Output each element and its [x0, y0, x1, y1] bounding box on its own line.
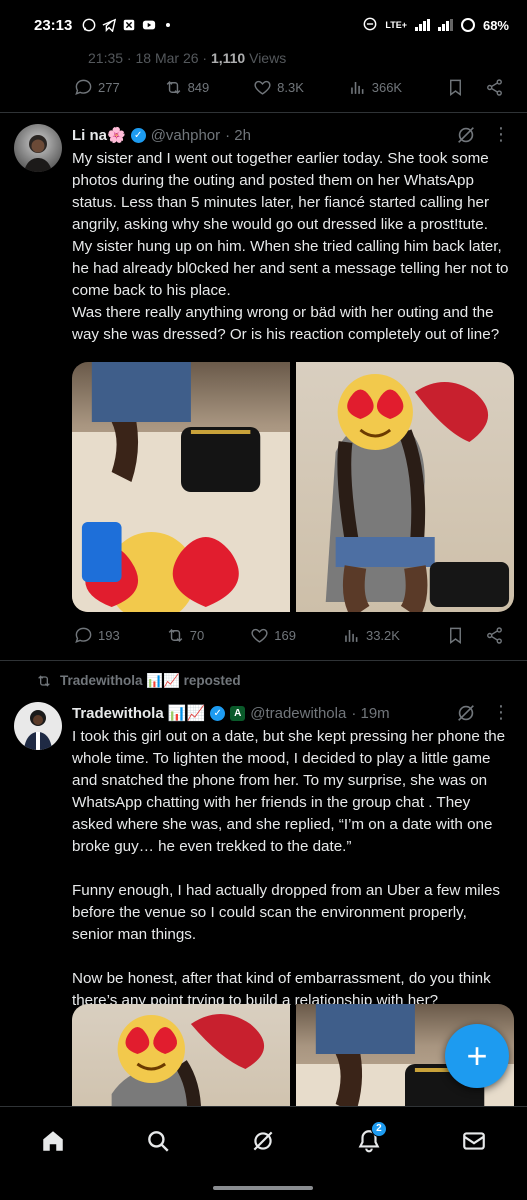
- divider: [0, 660, 527, 661]
- battery-percent: 68%: [482, 17, 509, 33]
- like-button[interactable]: 169: [250, 626, 296, 645]
- grok-icon[interactable]: [455, 124, 477, 146]
- network-type: LTE+: [385, 20, 407, 30]
- reply-button[interactable]: 277: [74, 78, 120, 97]
- bookmark-icon: [450, 627, 461, 645]
- notification-badge: 2: [370, 1120, 387, 1137]
- home-icon: [42, 1130, 63, 1151]
- reply-count: 277: [98, 80, 120, 95]
- reply-count: 193: [98, 628, 120, 643]
- signal-icon-2: [437, 19, 453, 31]
- repost-button[interactable]: 70: [166, 626, 204, 645]
- messages-icon: [463, 1131, 486, 1150]
- verified-badge-icon: ✓: [130, 127, 146, 143]
- signal-icon: [414, 19, 430, 31]
- tweet-header: Tradewithola 📊📈 ✓ A @tradewithola · 19m: [72, 704, 390, 723]
- bookmark-button[interactable]: [446, 78, 465, 97]
- share-button[interactable]: [485, 78, 504, 97]
- like-count: 8.3K: [277, 80, 304, 95]
- views-count: 1,110: [210, 50, 246, 66]
- repost-count: 70: [189, 628, 205, 643]
- search-icon: [148, 1130, 169, 1152]
- bookmark-button[interactable]: [446, 626, 465, 645]
- author-handle[interactable]: @tradewithola: [250, 705, 346, 722]
- views-label: Views: [245, 50, 287, 66]
- avatar[interactable]: [14, 124, 62, 172]
- avatar[interactable]: [14, 702, 62, 750]
- more-notifications-dot: [166, 23, 171, 27]
- heart-icon: [254, 80, 271, 95]
- nav-search[interactable]: [134, 1117, 182, 1165]
- like-count: 169: [274, 628, 296, 643]
- more-options-icon[interactable]: ⋮: [492, 124, 511, 145]
- reply-icon: [75, 79, 92, 96]
- repost-label: Tradewithola 📊📈 reposted: [60, 673, 241, 688]
- gesture-bar: [0, 1174, 527, 1200]
- views-count: 366K: [371, 80, 403, 95]
- previous-tweet-actions: 277 849 8.3K 366K: [74, 78, 504, 97]
- plus-icon: +: [466, 1035, 488, 1076]
- tweet-card[interactable]: Li na🌸 ✓ @vahphor · 2h ⋮ My sister and I…: [0, 112, 527, 660]
- battery-icon: [460, 18, 475, 32]
- compose-button[interactable]: +: [445, 1024, 509, 1088]
- whatsapp-icon: [82, 18, 96, 32]
- repost-icon: [38, 675, 50, 687]
- analytics-icon: [350, 81, 364, 94]
- tweet-actions: 193 70 169 33.2K: [74, 626, 504, 645]
- repost-button[interactable]: 849: [164, 78, 210, 97]
- youtube-icon: [142, 18, 156, 32]
- author-handle[interactable]: @vahphor: [151, 127, 220, 144]
- share-button[interactable]: [485, 626, 504, 645]
- media-image[interactable]: [72, 362, 290, 612]
- tweet-paragraph: Funny enough, I had actually dropped fro…: [72, 882, 501, 943]
- tweet-header: Li na🌸 ✓ @vahphor · 2h: [72, 126, 251, 145]
- home-gesture-pill[interactable]: [213, 1186, 313, 1190]
- repost-banner[interactable]: Tradewithola 📊📈 reposted: [36, 673, 241, 689]
- more-options-icon[interactable]: ⋮: [492, 702, 511, 723]
- bottom-nav: 2: [0, 1106, 527, 1174]
- repost-icon: [168, 628, 183, 643]
- tweet-timestamp: 21:35 · 18 Mar 26 ·: [88, 50, 211, 66]
- reply-button[interactable]: 193: [74, 626, 120, 645]
- tweet-media[interactable]: [72, 362, 514, 612]
- status-bar: 23:13 LTE+ 68%: [0, 0, 527, 50]
- grok-icon[interactable]: [455, 702, 477, 724]
- author-name[interactable]: Li na🌸: [72, 126, 126, 144]
- nav-messages[interactable]: [450, 1117, 498, 1165]
- nav-grok[interactable]: [239, 1117, 287, 1165]
- previous-tweet-meta: 21:35 · 18 Mar 26 · 1,110 Views: [0, 50, 527, 70]
- bookmark-icon: [450, 79, 461, 97]
- views-button[interactable]: 33.2K: [342, 626, 400, 645]
- tweet-paragraph: Was there really anything wrong or bäd w…: [72, 304, 500, 343]
- dnd-icon: [363, 17, 377, 34]
- like-button[interactable]: 8.3K: [253, 78, 304, 97]
- media-image[interactable]: [296, 362, 514, 612]
- tweet-time: · 2h: [225, 126, 251, 144]
- nav-notifications[interactable]: 2: [345, 1117, 393, 1165]
- author-name[interactable]: Tradewithola 📊📈: [72, 704, 205, 722]
- tweet-text: I took this girl out on a date, but she …: [72, 726, 512, 1012]
- app-icon: [122, 18, 136, 32]
- verified-badge-icon: ✓: [210, 705, 226, 721]
- affiliate-badge-icon: A: [230, 705, 246, 721]
- tweet-paragraph: My sister and I went out together earlie…: [72, 150, 509, 299]
- reply-icon: [75, 627, 92, 644]
- repost-icon: [166, 80, 180, 95]
- analytics-icon: [345, 629, 358, 642]
- nav-home[interactable]: [29, 1117, 77, 1165]
- share-icon: [487, 627, 502, 644]
- tweet-text: My sister and I went out together earlie…: [72, 148, 512, 346]
- views-button[interactable]: 366K: [348, 78, 402, 97]
- tweet-paragraph: I took this girl out on a date, but she …: [72, 728, 506, 855]
- clock: 23:13: [34, 16, 73, 34]
- views-count: 33.2K: [365, 628, 400, 643]
- heart-icon: [251, 628, 268, 643]
- telegram-icon: [102, 18, 117, 32]
- share-icon: [487, 79, 502, 96]
- repost-count: 849: [187, 80, 210, 95]
- tweet-time: · 19m: [351, 704, 390, 722]
- grok-icon: [254, 1131, 273, 1150]
